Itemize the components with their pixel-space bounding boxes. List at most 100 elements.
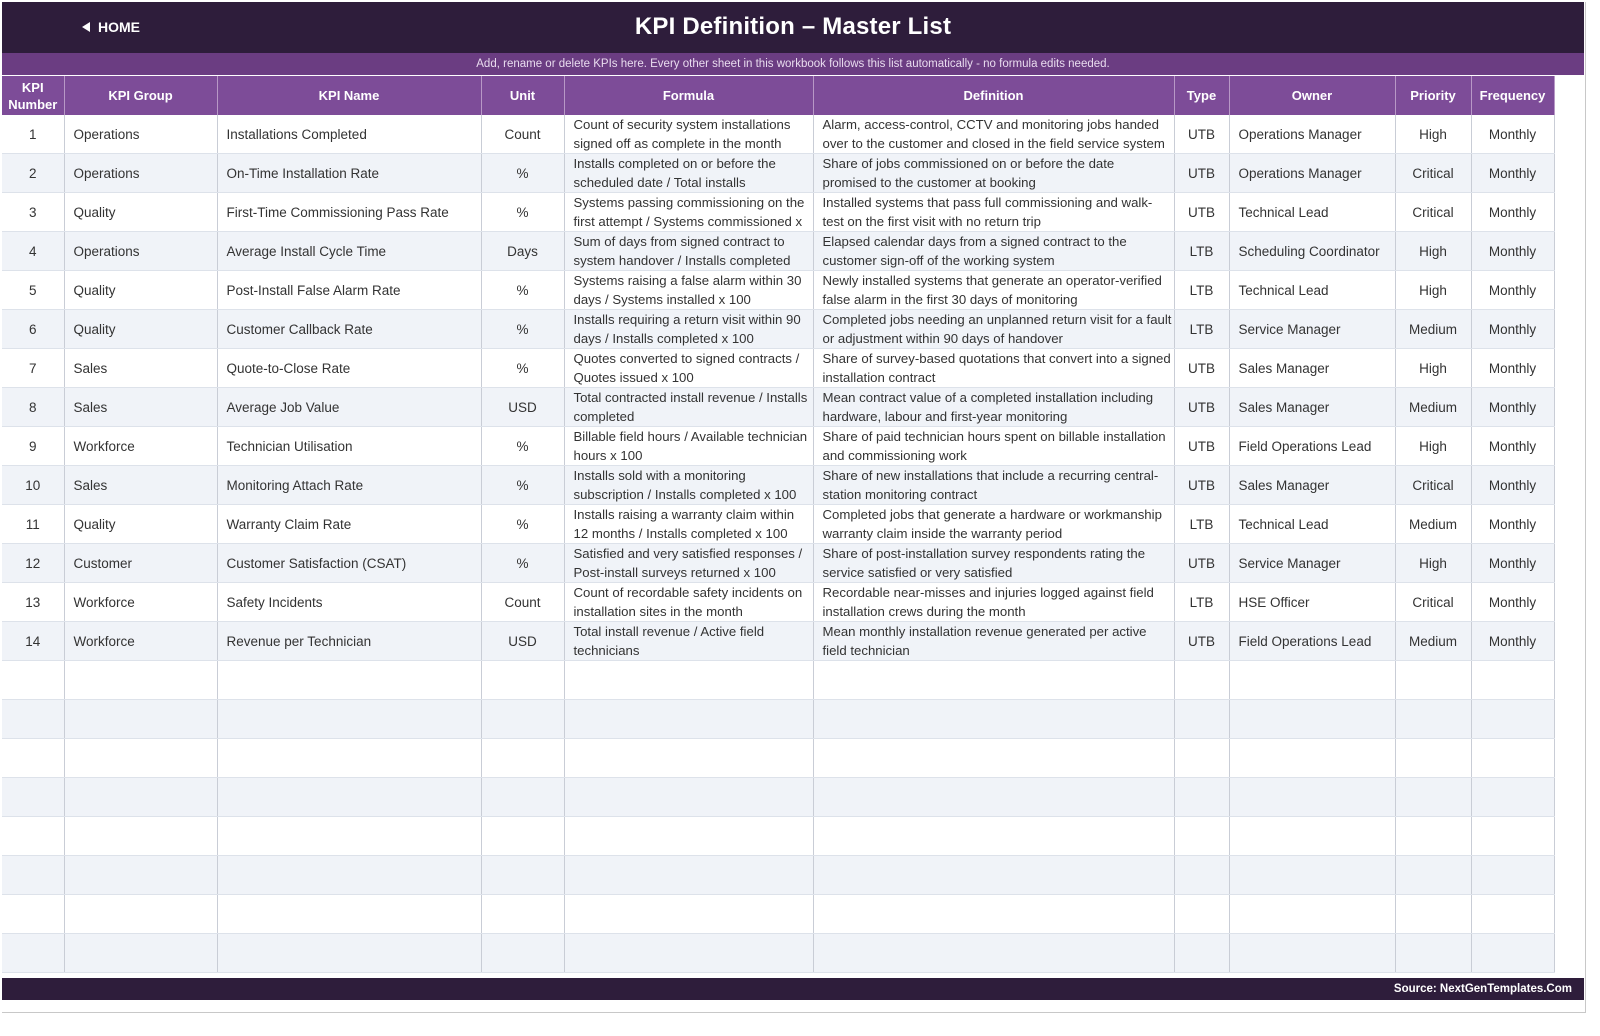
cell-kpi-number[interactable]: 8 <box>2 387 65 427</box>
cell-definition[interactable]: Share of new installations that include … <box>813 465 1175 505</box>
cell-definition[interactable]: Mean monthly installation revenue genera… <box>813 621 1175 661</box>
cell-kpi-group[interactable]: Quality <box>64 504 218 544</box>
cell-owner[interactable] <box>1229 660 1396 700</box>
cell-frequency[interactable]: Monthly <box>1471 543 1555 583</box>
col-header-kpi-group[interactable]: KPI Group <box>64 76 218 115</box>
cell-frequency[interactable]: Monthly <box>1471 426 1555 466</box>
cell-unit[interactable] <box>481 777 565 817</box>
cell-formula[interactable]: Installs requiring a return visit within… <box>564 309 814 349</box>
cell-priority[interactable] <box>1395 660 1472 700</box>
cell-unit[interactable]: % <box>481 270 565 310</box>
cell-kpi-number[interactable]: 2 <box>2 153 65 193</box>
cell-type[interactable]: LTB <box>1174 582 1230 622</box>
cell-unit[interactable] <box>481 894 565 934</box>
cell-priority[interactable]: Critical <box>1395 582 1472 622</box>
cell-priority[interactable] <box>1395 738 1472 778</box>
cell-kpi-name[interactable] <box>217 699 482 739</box>
cell-priority[interactable]: High <box>1395 426 1472 466</box>
cell-type[interactable] <box>1174 894 1230 934</box>
cell-definition[interactable]: Mean contract value of a completed insta… <box>813 387 1175 427</box>
cell-owner[interactable]: Technical Lead <box>1229 504 1396 544</box>
cell-kpi-number[interactable] <box>2 933 65 973</box>
cell-definition[interactable]: Share of survey-based quotations that co… <box>813 348 1175 388</box>
cell-definition[interactable]: Newly installed systems that generate an… <box>813 270 1175 310</box>
cell-unit[interactable]: % <box>481 426 565 466</box>
cell-owner[interactable]: Scheduling Coordinator <box>1229 231 1396 271</box>
cell-unit[interactable]: % <box>481 192 565 232</box>
cell-type[interactable]: UTB <box>1174 387 1230 427</box>
cell-definition[interactable]: Elapsed calendar days from a signed cont… <box>813 231 1175 271</box>
cell-definition[interactable] <box>813 933 1175 973</box>
cell-owner[interactable]: Field Operations Lead <box>1229 621 1396 661</box>
cell-kpi-group[interactable]: Sales <box>64 387 218 427</box>
cell-definition[interactable]: Share of jobs commissioned on or before … <box>813 153 1175 193</box>
cell-frequency[interactable] <box>1471 855 1555 895</box>
cell-owner[interactable]: Operations Manager <box>1229 115 1396 154</box>
cell-frequency[interactable]: Monthly <box>1471 115 1555 154</box>
col-header-definition[interactable]: Definition <box>813 76 1175 115</box>
cell-owner[interactable] <box>1229 699 1396 739</box>
cell-type[interactable]: UTB <box>1174 621 1230 661</box>
cell-formula[interactable]: Total contracted install revenue / Insta… <box>564 387 814 427</box>
cell-definition[interactable]: Completed jobs needing an unplanned retu… <box>813 309 1175 349</box>
cell-kpi-number[interactable] <box>2 699 65 739</box>
cell-kpi-group[interactable] <box>64 777 218 817</box>
cell-priority[interactable]: High <box>1395 348 1472 388</box>
cell-frequency[interactable]: Monthly <box>1471 465 1555 505</box>
cell-kpi-name[interactable] <box>217 855 482 895</box>
cell-priority[interactable]: Medium <box>1395 309 1472 349</box>
cell-formula[interactable] <box>564 699 814 739</box>
cell-kpi-number[interactable]: 5 <box>2 270 65 310</box>
cell-kpi-number[interactable] <box>2 816 65 856</box>
col-header-priority[interactable]: Priority <box>1395 76 1472 115</box>
cell-kpi-name[interactable]: First-Time Commissioning Pass Rate <box>217 192 482 232</box>
cell-unit[interactable]: Count <box>481 115 565 154</box>
cell-formula[interactable]: Count of recordable safety incidents on … <box>564 582 814 622</box>
cell-kpi-group[interactable] <box>64 699 218 739</box>
cell-definition[interactable] <box>813 738 1175 778</box>
cell-formula[interactable]: Satisfied and very satisfied responses /… <box>564 543 814 583</box>
cell-unit[interactable]: Days <box>481 231 565 271</box>
cell-definition[interactable] <box>813 855 1175 895</box>
cell-priority[interactable]: High <box>1395 231 1472 271</box>
cell-unit[interactable]: Count <box>481 582 565 622</box>
cell-frequency[interactable]: Monthly <box>1471 621 1555 661</box>
cell-type[interactable] <box>1174 738 1230 778</box>
cell-type[interactable] <box>1174 777 1230 817</box>
cell-frequency[interactable] <box>1471 699 1555 739</box>
cell-formula[interactable] <box>564 855 814 895</box>
cell-definition[interactable] <box>813 777 1175 817</box>
cell-priority[interactable] <box>1395 855 1472 895</box>
cell-kpi-group[interactable]: Quality <box>64 309 218 349</box>
cell-formula[interactable] <box>564 660 814 700</box>
cell-kpi-group[interactable]: Customer <box>64 543 218 583</box>
cell-unit[interactable]: % <box>481 543 565 583</box>
cell-formula[interactable]: Installs raising a warranty claim within… <box>564 504 814 544</box>
cell-owner[interactable] <box>1229 738 1396 778</box>
cell-formula[interactable] <box>564 933 814 973</box>
cell-kpi-group[interactable]: Quality <box>64 192 218 232</box>
cell-priority[interactable]: Medium <box>1395 504 1472 544</box>
cell-kpi-name[interactable] <box>217 933 482 973</box>
cell-frequency[interactable]: Monthly <box>1471 504 1555 544</box>
cell-owner[interactable] <box>1229 933 1396 973</box>
cell-kpi-number[interactable]: 1 <box>2 115 65 154</box>
cell-kpi-group[interactable] <box>64 816 218 856</box>
cell-owner[interactable]: Service Manager <box>1229 309 1396 349</box>
cell-kpi-group[interactable]: Operations <box>64 115 218 154</box>
cell-unit[interactable] <box>481 855 565 895</box>
cell-owner[interactable]: Service Manager <box>1229 543 1396 583</box>
cell-type[interactable]: LTB <box>1174 504 1230 544</box>
cell-frequency[interactable] <box>1471 777 1555 817</box>
cell-unit[interactable]: USD <box>481 387 565 427</box>
cell-kpi-number[interactable]: 7 <box>2 348 65 388</box>
cell-unit[interactable] <box>481 660 565 700</box>
cell-type[interactable]: UTB <box>1174 153 1230 193</box>
cell-unit[interactable] <box>481 933 565 973</box>
cell-kpi-name[interactable]: Warranty Claim Rate <box>217 504 482 544</box>
cell-frequency[interactable] <box>1471 933 1555 973</box>
cell-definition[interactable]: Share of post-installation survey respon… <box>813 543 1175 583</box>
cell-type[interactable] <box>1174 855 1230 895</box>
col-header-formula[interactable]: Formula <box>564 76 814 115</box>
cell-priority[interactable] <box>1395 699 1472 739</box>
